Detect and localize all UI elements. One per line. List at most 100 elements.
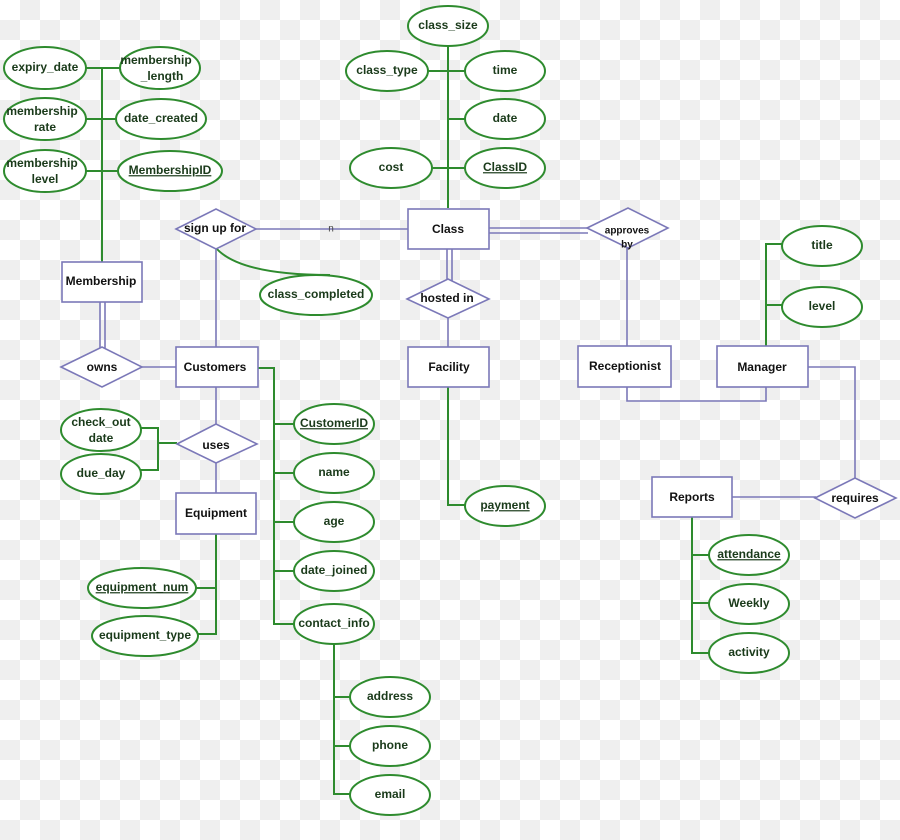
svg-text:email: email — [375, 787, 406, 801]
class-attributes: class_size class_type time date cost Cla… — [345, 5, 546, 189]
entity-class[interactable]: Class — [407, 208, 490, 250]
attr-check-out-date[interactable]: check_out date — [60, 408, 142, 452]
attr-payment[interactable]: payment — [464, 485, 546, 527]
svg-text:owns: owns — [87, 360, 118, 374]
entity-customers[interactable]: Customers — [175, 346, 259, 388]
attr-cost[interactable]: cost — [349, 147, 433, 189]
svg-text:phone: phone — [372, 738, 408, 752]
entity-equipment[interactable]: Equipment — [175, 492, 257, 535]
relationship-uses[interactable]: uses — [175, 423, 259, 464]
relationship-hosted-in[interactable]: hosted in — [405, 278, 491, 319]
attr-date[interactable]: date — [464, 98, 546, 140]
svg-text:date: date — [89, 431, 114, 445]
cardinality-label: n — [328, 224, 334, 235]
attr-equipment-type[interactable]: equipment_type — [91, 615, 199, 657]
attr-attendance[interactable]: attendance — [708, 534, 790, 576]
customers-attr-spine — [258, 367, 294, 625]
attr-class-id[interactable]: ClassID — [464, 147, 546, 189]
svg-text:attendance: attendance — [717, 547, 781, 561]
attr-date-created[interactable]: date_created — [115, 98, 207, 140]
receptionist-manager-link — [626, 387, 767, 402]
reports-attr-spine — [691, 516, 710, 654]
uses-attributes: check_out date due_day — [60, 408, 142, 495]
attr-due-day[interactable]: due_day — [60, 453, 142, 495]
attr-title[interactable]: title — [781, 225, 863, 267]
equipment-attr-spine — [198, 534, 217, 635]
attr-class-type[interactable]: class_type — [345, 50, 429, 92]
relationship-owns[interactable]: owns — [59, 346, 144, 388]
attr-equipment-num[interactable]: equipment_num — [87, 567, 197, 609]
svg-text:uses: uses — [202, 438, 230, 452]
attr-membership-level[interactable]: membership level — [3, 149, 87, 193]
svg-text:Manager: Manager — [737, 360, 787, 374]
svg-text:rate: rate — [34, 120, 56, 134]
attr-phone[interactable]: phone — [349, 725, 431, 767]
svg-text:_length: _length — [140, 69, 184, 83]
reports-attributes: attendance Weekly activity — [708, 534, 790, 674]
contact-info-spine — [333, 644, 352, 795]
svg-text:class_completed: class_completed — [268, 287, 365, 301]
svg-text:payment: payment — [480, 498, 529, 512]
svg-text:name: name — [318, 465, 350, 479]
attr-date-joined[interactable]: date_joined — [293, 550, 375, 592]
entity-facility[interactable]: Facility — [407, 346, 490, 388]
relationship-requires[interactable]: requires — [813, 477, 898, 519]
attr-class-completed[interactable]: class_completed — [259, 274, 373, 316]
svg-text:Customers: Customers — [184, 360, 247, 374]
attr-name[interactable]: name — [293, 452, 375, 494]
manager-attributes: title level — [781, 225, 863, 328]
svg-text:level: level — [32, 172, 59, 186]
svg-text:hosted in: hosted in — [420, 291, 473, 305]
svg-text:Reports: Reports — [669, 490, 715, 504]
attr-membership-rate[interactable]: membership rate — [3, 97, 87, 141]
entity-membership[interactable]: Membership — [61, 261, 143, 303]
svg-text:class_type: class_type — [356, 63, 418, 77]
attr-address[interactable]: address — [349, 676, 431, 718]
svg-text:equipment_type: equipment_type — [99, 628, 191, 642]
attr-expiry-date[interactable]: expiry_date — [3, 46, 87, 90]
svg-text:time: time — [493, 63, 518, 77]
uses-attr-link — [140, 427, 159, 471]
svg-text:activity: activity — [728, 645, 770, 659]
attr-level[interactable]: level — [781, 286, 863, 328]
attr-membership-id[interactable]: MembershipID — [117, 150, 223, 192]
contact-info-attributes: address phone email — [349, 676, 431, 816]
attr-class-size[interactable]: class_size — [407, 5, 489, 47]
svg-text:title: title — [811, 238, 833, 252]
attr-time[interactable]: time — [464, 50, 546, 92]
attr-contact-info[interactable]: contact_info — [293, 603, 375, 645]
svg-text:MembershipID: MembershipID — [129, 163, 212, 177]
svg-text:sign up for: sign up for — [184, 221, 246, 235]
manager-requires-link — [808, 366, 856, 478]
entity-manager[interactable]: Manager — [716, 345, 809, 388]
svg-text:by: by — [621, 240, 633, 251]
attr-activity[interactable]: activity — [708, 632, 790, 674]
svg-text:date: date — [493, 111, 518, 125]
attr-weekly[interactable]: Weekly — [708, 583, 790, 625]
payment-link — [447, 387, 467, 506]
svg-text:membership: membership — [6, 104, 77, 118]
svg-text:membership: membership — [120, 53, 191, 67]
svg-text:CustomerID: CustomerID — [300, 416, 368, 430]
svg-text:check_out: check_out — [71, 415, 130, 429]
svg-text:membership: membership — [6, 156, 77, 170]
class-completed-link — [215, 247, 331, 276]
svg-text:Weekly: Weekly — [728, 596, 769, 610]
entity-reports[interactable]: Reports — [651, 476, 733, 518]
attr-age[interactable]: age — [293, 501, 375, 543]
attr-customer-id[interactable]: CustomerID — [293, 403, 375, 445]
attr-membership-length[interactable]: membership _length — [119, 46, 201, 90]
svg-text:date_joined: date_joined — [301, 563, 368, 577]
svg-text:expiry_date: expiry_date — [12, 60, 79, 74]
svg-text:class_size: class_size — [418, 18, 478, 32]
attr-email[interactable]: email — [349, 774, 431, 816]
manager-attr-spine — [765, 243, 783, 346]
entity-receptionist[interactable]: Receptionist — [577, 345, 672, 388]
customers-attributes: CustomerID name age date_joined contact_… — [293, 403, 375, 645]
svg-text:level: level — [809, 299, 836, 313]
relationship-approves-by[interactable]: approves by — [585, 207, 670, 251]
relationship-sign-up-for[interactable]: sign up for — [174, 208, 258, 250]
svg-text:contact_info: contact_info — [298, 616, 369, 630]
svg-text:address: address — [367, 689, 413, 703]
svg-text:ClassID: ClassID — [483, 160, 527, 174]
